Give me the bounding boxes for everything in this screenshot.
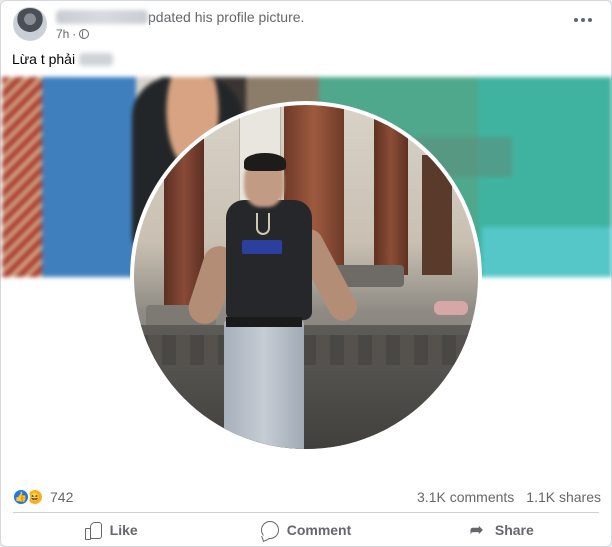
share-icon: ➦: [469, 522, 484, 539]
like-label: Like: [109, 522, 138, 538]
actions-divider: [13, 512, 599, 513]
comment-label: Comment: [286, 522, 352, 538]
profile-picture-post: pdated his profile picture. 7h · Lừa t p…: [0, 0, 612, 547]
post-header-line: pdated his profile picture.: [56, 9, 304, 25]
share-button[interactable]: ➦ Share: [404, 515, 599, 545]
reaction-count: 742: [50, 489, 74, 505]
like-reaction-icon: 👍: [12, 488, 30, 506]
shares-count[interactable]: 1.1K shares: [526, 489, 601, 505]
profile-photo: [134, 105, 478, 449]
comments-count[interactable]: 3.1K comments: [417, 489, 514, 505]
profile-picture[interactable]: [130, 101, 482, 453]
meta-separator: ·: [72, 27, 77, 41]
engagement-stats: 3.1K comments 1.1K shares: [417, 489, 601, 505]
share-label: Share: [494, 522, 534, 538]
author-name-blurred[interactable]: [56, 10, 148, 24]
post-caption: Lừa t phải: [12, 51, 113, 67]
comment-button[interactable]: Comment: [208, 515, 403, 545]
caption-text: Lừa t phải: [12, 51, 76, 67]
more-options-icon[interactable]: [569, 10, 597, 30]
post-action-text: pdated his profile picture.: [148, 9, 305, 25]
like-button[interactable]: Like: [13, 515, 208, 545]
reactions-summary[interactable]: 👍 😆 742: [12, 488, 73, 506]
like-icon: [84, 521, 102, 540]
caption-blurred-word: [78, 53, 113, 66]
comment-icon: [260, 521, 279, 539]
post-timestamp[interactable]: 7h: [56, 27, 69, 41]
globe-icon: [79, 29, 90, 39]
post-actions-bar: Like Comment ➦ Share: [13, 515, 599, 545]
author-avatar[interactable]: [13, 7, 47, 41]
post-meta: 7h ·: [56, 27, 90, 41]
